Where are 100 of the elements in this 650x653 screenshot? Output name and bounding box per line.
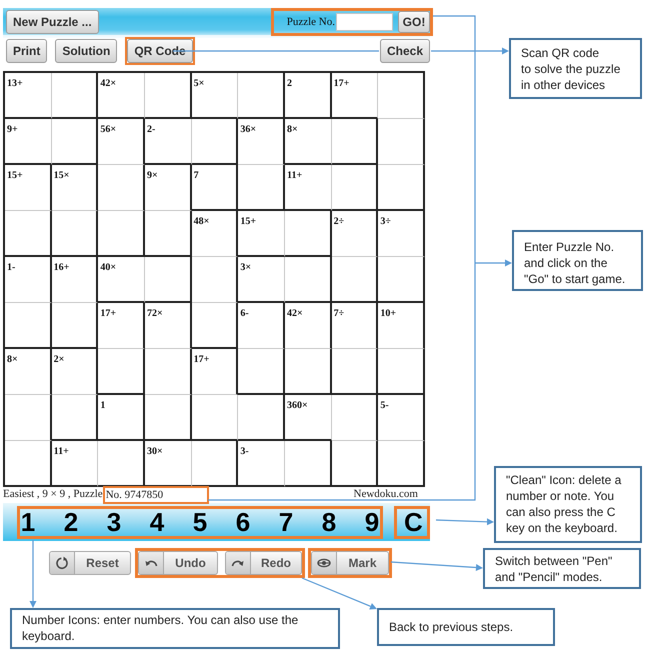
grid-cell[interactable] xyxy=(192,257,238,303)
grid-cell[interactable] xyxy=(332,441,378,487)
undo-button[interactable]: Undo xyxy=(138,551,218,575)
grid-cell[interactable] xyxy=(285,211,332,257)
grid-cell[interactable]: 3× xyxy=(238,257,285,303)
grid-cell[interactable]: 6- xyxy=(238,303,285,349)
clear-key[interactable]: C xyxy=(404,509,420,535)
grid-cell[interactable] xyxy=(285,257,332,303)
grid-cell[interactable]: 11+ xyxy=(52,441,98,487)
grid-cell[interactable] xyxy=(145,349,192,395)
grid-cell[interactable] xyxy=(5,395,52,441)
grid-cell[interactable]: 17+ xyxy=(98,303,145,349)
grid-cell[interactable] xyxy=(378,73,425,119)
grid-cell[interactable]: 56× xyxy=(98,119,145,165)
digit-key[interactable]: 4 xyxy=(149,509,165,535)
new-puzzle-button[interactable]: New Puzzle ... xyxy=(6,10,99,34)
grid-cell[interactable]: 2× xyxy=(52,349,98,395)
grid-cell[interactable]: 8× xyxy=(285,119,332,165)
grid-cell[interactable]: 5- xyxy=(378,395,425,441)
grid-cell[interactable]: 3÷ xyxy=(378,211,425,257)
grid-cell[interactable] xyxy=(332,257,378,303)
grid-cell[interactable] xyxy=(5,211,52,257)
grid-cell[interactable] xyxy=(238,165,285,211)
grid-cell[interactable] xyxy=(332,395,378,441)
grid-cell[interactable] xyxy=(378,257,425,303)
puzzle-number-field[interactable] xyxy=(336,13,393,31)
grid-cell[interactable]: 5× xyxy=(192,73,238,119)
grid-cell[interactable]: 2 xyxy=(285,73,332,119)
grid-cell[interactable]: 2- xyxy=(145,119,192,165)
grid-cell[interactable]: 42× xyxy=(98,73,145,119)
grid-cell[interactable] xyxy=(98,165,145,211)
grid-cell[interactable] xyxy=(378,349,425,395)
action-button[interactable]: Print xyxy=(6,39,48,63)
action-button[interactable]: Solution xyxy=(55,39,118,63)
grid-cell[interactable]: 9+ xyxy=(5,119,52,165)
reset-button[interactable]: Reset xyxy=(49,551,131,575)
grid-cell[interactable] xyxy=(52,303,98,349)
grid-cell[interactable]: 1 xyxy=(98,395,145,441)
grid-cell[interactable] xyxy=(192,441,238,487)
digit-key[interactable]: 7 xyxy=(278,509,294,535)
digit-key[interactable]: 2 xyxy=(63,509,79,535)
grid-cell[interactable]: 72× xyxy=(145,303,192,349)
grid-cell[interactable] xyxy=(52,211,98,257)
go-button[interactable]: GO! xyxy=(398,11,430,33)
digit-key[interactable]: 3 xyxy=(106,509,122,535)
grid-cell[interactable] xyxy=(332,165,378,211)
grid-cell[interactable]: 30× xyxy=(145,441,192,487)
grid-cell[interactable]: 48× xyxy=(192,211,238,257)
grid-cell[interactable] xyxy=(285,441,332,487)
grid-cell[interactable]: 3- xyxy=(238,441,285,487)
digit-key[interactable]: 1 xyxy=(20,509,36,535)
grid-cell[interactable]: 15+ xyxy=(5,165,52,211)
grid-cell[interactable]: 10+ xyxy=(378,303,425,349)
grid-cell[interactable] xyxy=(238,349,285,395)
grid-cell[interactable] xyxy=(52,395,98,441)
grid-cell[interactable]: 36× xyxy=(238,119,285,165)
grid-cell[interactable]: 1- xyxy=(5,257,52,303)
grid-cell[interactable] xyxy=(145,211,192,257)
digit-key[interactable]: 9 xyxy=(364,509,380,535)
grid-cell[interactable] xyxy=(378,441,425,487)
grid-cell[interactable] xyxy=(378,165,425,211)
grid-cell[interactable]: 9× xyxy=(145,165,192,211)
grid-cell[interactable] xyxy=(378,119,425,165)
grid-cell[interactable] xyxy=(192,303,238,349)
grid-cell[interactable] xyxy=(52,73,98,119)
grid-cell[interactable] xyxy=(5,441,52,487)
grid-cell[interactable]: 17+ xyxy=(192,349,238,395)
digit-key[interactable]: 6 xyxy=(235,509,251,535)
grid-cell[interactable]: 17+ xyxy=(332,73,378,119)
grid-cell[interactable] xyxy=(52,119,98,165)
grid-cell[interactable]: 8× xyxy=(5,349,52,395)
grid-cell[interactable] xyxy=(192,119,238,165)
redo-button[interactable]: Redo xyxy=(225,551,302,575)
grid-cell[interactable] xyxy=(98,441,145,487)
grid-cell[interactable]: 13+ xyxy=(5,73,52,119)
grid-cell[interactable] xyxy=(332,119,378,165)
grid-cell[interactable] xyxy=(285,349,332,395)
grid-cell[interactable]: 7 xyxy=(192,165,238,211)
grid-cell[interactable] xyxy=(332,349,378,395)
grid-cell[interactable] xyxy=(145,73,192,119)
digit-key[interactable]: 5 xyxy=(192,509,208,535)
mark-button[interactable]: Mark xyxy=(311,551,389,575)
grid-cell[interactable]: 40× xyxy=(98,257,145,303)
grid-cell[interactable]: 2÷ xyxy=(332,211,378,257)
grid-cell[interactable]: 7÷ xyxy=(332,303,378,349)
grid-cell[interactable]: 16+ xyxy=(52,257,98,303)
grid-cell[interactable] xyxy=(145,257,192,303)
grid-cell[interactable] xyxy=(238,73,285,119)
grid-cell[interactable]: 15+ xyxy=(238,211,285,257)
grid-cell[interactable] xyxy=(98,211,145,257)
grid-cell[interactable]: 11+ xyxy=(285,165,332,211)
grid-cell[interactable]: 15× xyxy=(52,165,98,211)
grid-cell[interactable]: 42× xyxy=(285,303,332,349)
action-button[interactable]: Check xyxy=(380,39,430,63)
grid-cell[interactable]: 360× xyxy=(285,395,332,441)
digit-key[interactable]: 8 xyxy=(321,509,337,535)
grid-cell[interactable] xyxy=(5,303,52,349)
grid-cell[interactable] xyxy=(238,395,285,441)
grid-cell[interactable] xyxy=(98,349,145,395)
grid-cell[interactable] xyxy=(145,395,192,441)
